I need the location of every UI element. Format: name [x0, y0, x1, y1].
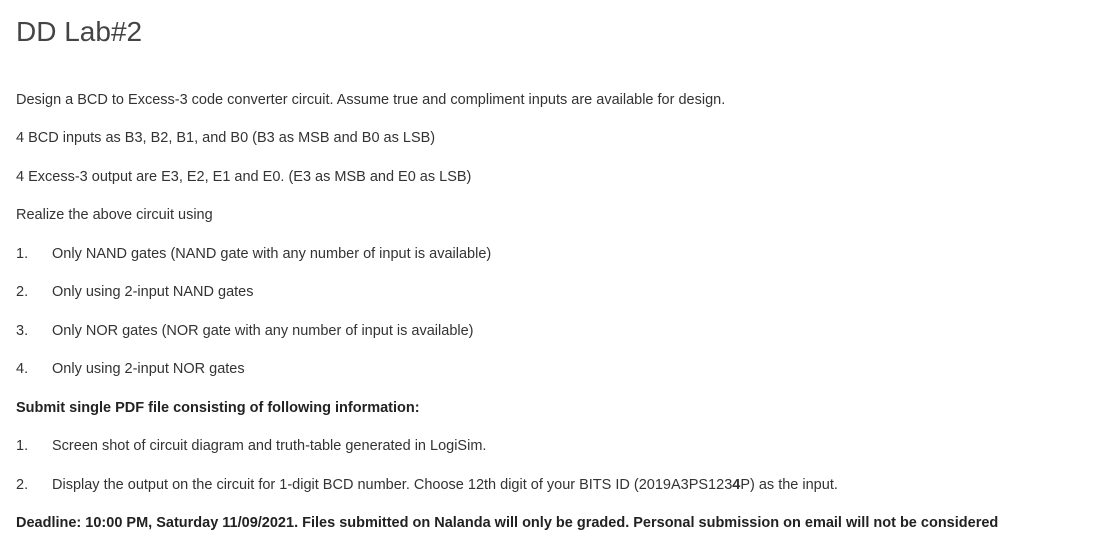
list-item: 1. Screen shot of circuit diagram and tru… [16, 436, 486, 456]
page-title: DD Lab#2 [16, 16, 143, 47]
inputs-paragraph: 4 BCD inputs as B3, B2, B1, and B0 (B3 a… [16, 130, 436, 146]
list-item-number: 4. [16, 361, 29, 377]
submit-heading: Submit single PDF file consisting of fol… [16, 400, 420, 416]
list-item: 2. Only using 2-input NAND gates [16, 282, 254, 302]
list-item: 4. Only using 2-input NOR gates [16, 359, 245, 379]
list-item-text: Only using 2-input NAND gates [52, 284, 254, 300]
list-item-text-before: Display the output on the circuit for 1-… [52, 477, 733, 493]
deadline-notice: Deadline: 10:00 PM, Saturday 11/09/2021.… [16, 515, 999, 531]
list-item-text: Only NAND gates (NAND gate with any numb… [52, 246, 492, 262]
list-item-number: 2. [16, 477, 29, 493]
list-item: 1. Only NAND gates (NAND gate with any nu… [16, 244, 491, 264]
list-item-number: 1. [16, 438, 29, 454]
list-item: 2. Display the output on the circuit for … [16, 475, 838, 495]
list-item: 3. Only NOR gates (NOR gate with any numb… [16, 321, 474, 341]
list-item-number: 3. [16, 323, 29, 339]
list-item-number: 1. [16, 246, 29, 262]
list-item-text: Screen shot of circuit diagram and truth… [52, 438, 487, 454]
list-item-number: 2. [16, 284, 29, 300]
list-item-text: Only using 2-input NOR gates [52, 361, 245, 377]
list-item-text-after: P) as the input. [740, 477, 838, 493]
outputs-paragraph: 4 Excess-3 output are E3, E2, E1 and E0.… [16, 169, 472, 185]
list-item-text: Only NOR gates (NOR gate with any number… [52, 323, 474, 339]
realize-paragraph: Realize the above circuit using [16, 207, 213, 223]
intro-paragraph: Design a BCD to Excess-3 code converter … [16, 92, 726, 108]
